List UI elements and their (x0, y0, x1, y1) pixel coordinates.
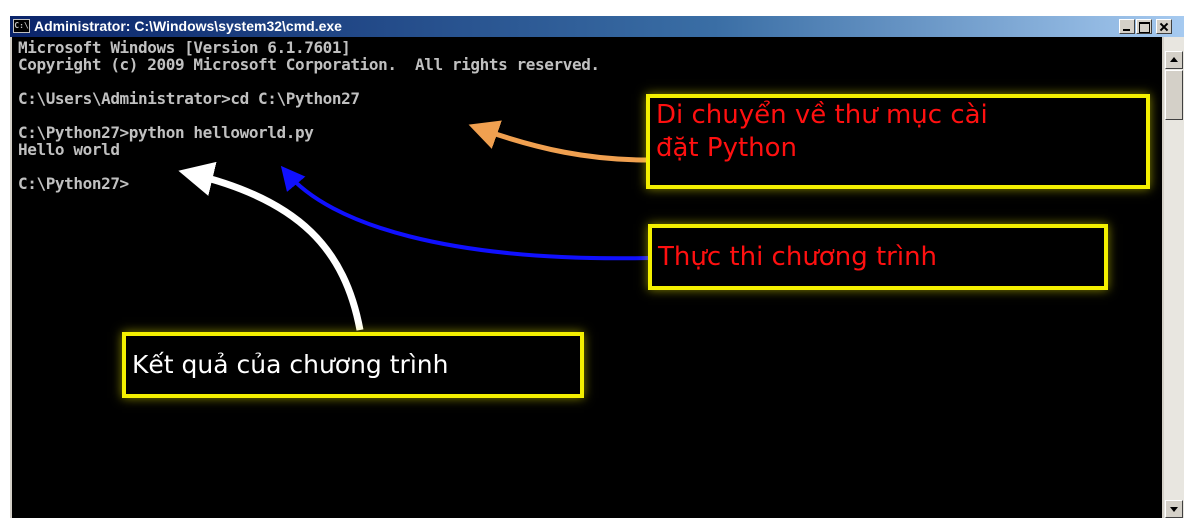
vertical-scrollbar[interactable] (1164, 37, 1184, 518)
close-button[interactable] (1156, 19, 1172, 34)
maximize-button[interactable] (1136, 19, 1152, 34)
console-line: Copyright (c) 2009 Microsoft Corporation… (18, 55, 600, 74)
console-line: C:\Python27> (18, 174, 129, 193)
callout-program-result: Kết quả của chương trình (122, 332, 584, 398)
callout-run-program: Thực thi chương trình (648, 224, 1108, 290)
callout-move-directory: Di chuyển về thư mục cài đặt Python (646, 94, 1150, 189)
callout-move-directory-line1: Di chuyển về thư mục cài (656, 100, 988, 130)
window-title: Administrator: C:\Windows\system32\cmd.e… (34, 18, 342, 34)
console-line: C:\Users\Administrator>cd C:\Python27 (18, 89, 360, 108)
scroll-down-arrow-icon[interactable] (1165, 500, 1183, 518)
minimize-button[interactable] (1119, 19, 1135, 34)
callout-move-directory-line2: đặt Python (656, 133, 798, 163)
scroll-up-arrow-icon[interactable] (1165, 51, 1183, 69)
console-line: Hello world (18, 140, 120, 159)
title-bar[interactable]: C:\ Administrator: C:\Windows\system32\c… (10, 16, 1184, 37)
cmd-icon[interactable]: C:\ (13, 19, 30, 33)
scroll-thumb[interactable] (1165, 70, 1183, 120)
